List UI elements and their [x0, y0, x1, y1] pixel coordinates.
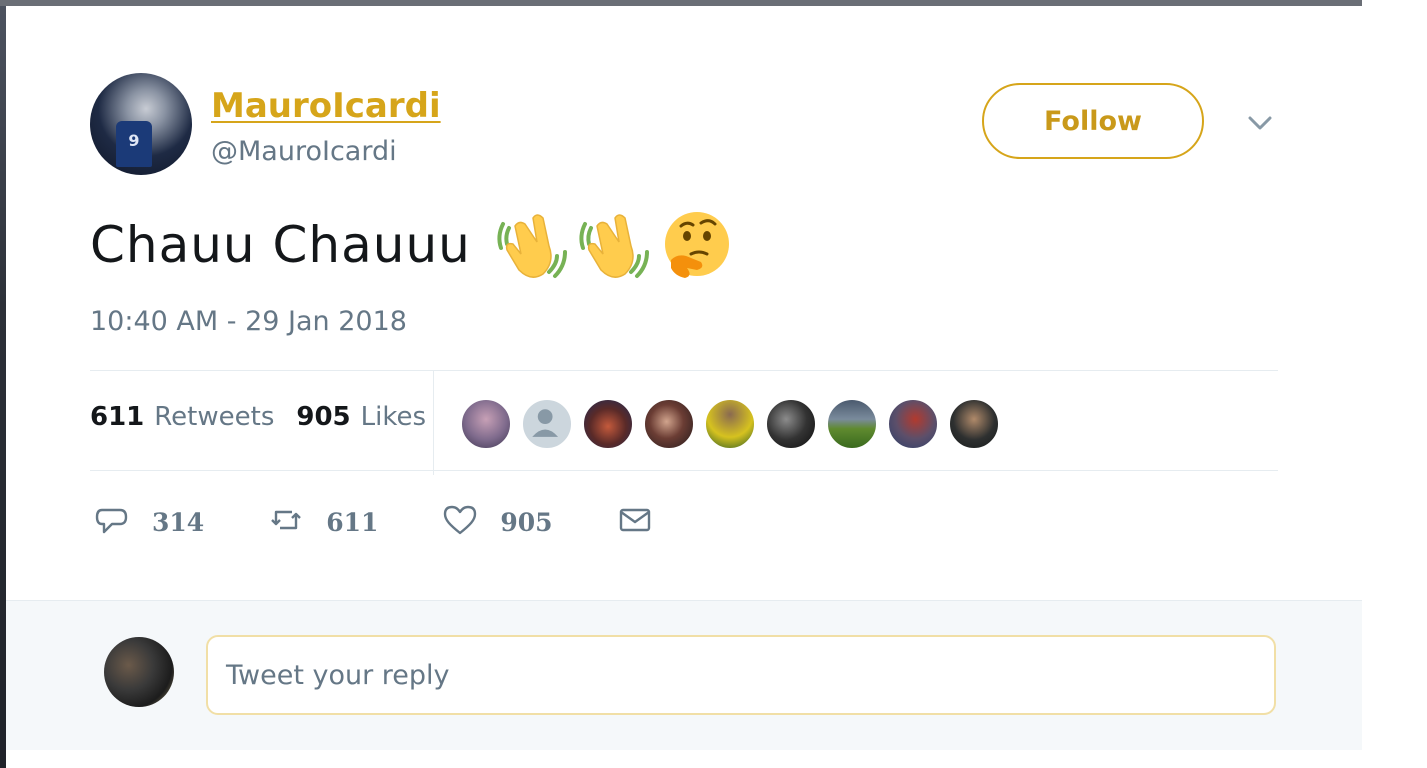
like-action[interactable]: 905	[442, 502, 553, 543]
liker-avatars	[460, 398, 1009, 450]
user-display-name[interactable]: MauroIcardi	[211, 86, 441, 126]
liker-avatar-3[interactable]	[582, 398, 634, 450]
retweet-icon	[268, 502, 304, 543]
heart-icon	[442, 502, 478, 543]
reply-count: 314	[152, 508, 205, 537]
retweets-label: Retweets	[154, 402, 275, 432]
liker-avatar-5[interactable]	[704, 398, 756, 450]
user-handle[interactable]: @MauroIcardi	[211, 136, 397, 167]
retweets-count: 611	[90, 402, 145, 432]
follow-button[interactable]: Follow	[982, 83, 1204, 159]
likes-stat[interactable]: 905 Likes	[296, 402, 426, 432]
waving-hand-emoji	[575, 206, 653, 284]
envelope-icon	[617, 502, 653, 543]
chevron-down-icon[interactable]	[1246, 113, 1274, 133]
retweets-stat[interactable]: 611 Retweets	[90, 402, 274, 432]
likes-label: Likes	[360, 402, 427, 432]
liker-avatar-7[interactable]	[826, 398, 878, 450]
reply-action[interactable]: 314	[94, 502, 204, 543]
retweet-action[interactable]: 611	[268, 502, 378, 543]
tweet-actions: 314 611 905	[94, 502, 717, 543]
tweet-body: Chauu Chauuu	[90, 206, 735, 284]
liker-avatar-9[interactable]	[948, 398, 1000, 450]
liker-avatar-4[interactable]	[643, 398, 695, 450]
waving-hand-emoji	[493, 206, 571, 284]
like-count: 905	[500, 508, 553, 537]
user-avatar[interactable]: 9	[90, 73, 192, 175]
tweet-text: Chauu Chauuu	[90, 216, 471, 274]
liker-avatar-1[interactable]	[460, 398, 512, 450]
tweet-timestamp[interactable]: 10:40 AM - 29 Jan 2018	[90, 306, 407, 337]
liker-avatar-6[interactable]	[765, 398, 817, 450]
divider-bottom	[90, 470, 1278, 471]
divider-top	[90, 370, 1278, 371]
thinking-face-emoji	[657, 206, 735, 284]
liker-avatar-8[interactable]	[887, 398, 939, 450]
reply-input[interactable]: Tweet your reply	[206, 635, 1276, 715]
my-avatar-icon[interactable]	[104, 637, 174, 707]
reply-bar: Tweet your reply	[6, 600, 1362, 750]
default-avatar-icon[interactable]	[521, 398, 573, 450]
likes-count: 905	[296, 402, 351, 432]
retweet-count: 611	[326, 508, 379, 537]
reply-icon	[94, 502, 130, 543]
jersey-number: 9	[116, 121, 152, 167]
dm-action[interactable]	[617, 502, 653, 543]
engagement-stats: 611 Retweets 905 Likes	[90, 402, 448, 432]
